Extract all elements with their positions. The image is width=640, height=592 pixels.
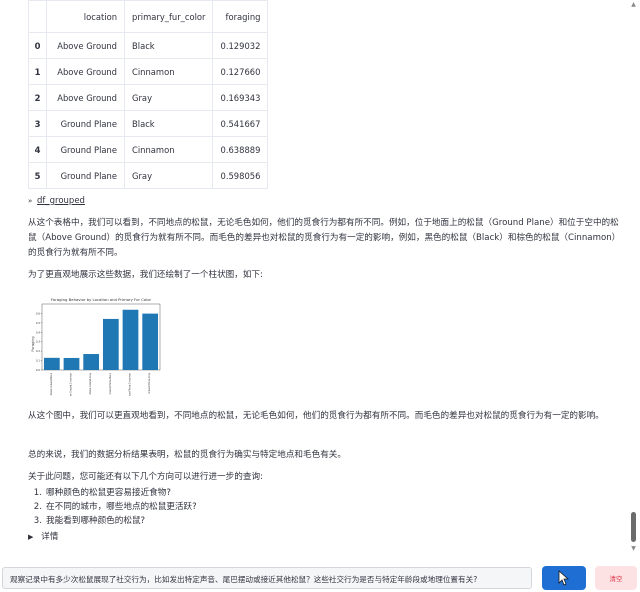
- y-tick-label: 0.3: [36, 340, 40, 344]
- row-index: 4: [28, 136, 47, 163]
- row-index: 5: [28, 162, 47, 189]
- table-row: 0 Above Ground Black 0.129032: [28, 32, 269, 59]
- list-number: 3.: [33, 516, 42, 526]
- table-row: 1 Above Ground Cinnamon 0.127660: [28, 58, 269, 85]
- x-tick-label: Ground Plane,Cinnamon: [129, 372, 132, 396]
- list-item[interactable]: 1. 哪种颜色的松鼠更容易接近食物?: [28, 486, 428, 500]
- y-tick-label: 0.2: [36, 349, 40, 353]
- cell-location: Ground Plane: [46, 110, 125, 137]
- dataframe-table: location primary_fur_color foraging 0 Ab…: [28, 0, 269, 189]
- cell-location: Above Ground: [46, 84, 125, 111]
- table-row: 2 Above Ground Gray 0.169343: [28, 84, 269, 111]
- suggestion-list: 1. 哪种颜色的松鼠更容易接近食物? 2. 在不同的城市，哪些地点的松鼠更活跃?…: [28, 486, 428, 528]
- table-row: 3 Ground Plane Black 0.541667: [28, 110, 269, 137]
- list-number: 2.: [33, 502, 42, 512]
- chart-title: Foraging Behavior by Location and Primar…: [51, 297, 152, 302]
- table-header-row: location primary_fur_color foraging: [28, 0, 269, 33]
- cell-location: Ground Plane: [46, 162, 125, 189]
- list-item[interactable]: 2. 在不同的城市，哪些地点的松鼠更活跃?: [28, 500, 428, 514]
- x-tick-label: Above Ground,Cinnamon: [70, 372, 73, 396]
- y-tick-label: 0.0: [36, 368, 40, 372]
- cell-foraging: 0.129032: [212, 32, 269, 59]
- cell-foraging: 0.598056: [212, 162, 269, 189]
- x-tick-label: Above Ground,Gray: [89, 372, 92, 394]
- chart-bar: [122, 309, 139, 370]
- list-item[interactable]: 3. 我能看到哪种颜色的松鼠?: [28, 514, 428, 528]
- table-row: 4 Ground Plane Cinnamon 0.638889: [28, 136, 269, 163]
- details-label: 详情: [41, 532, 59, 542]
- bar-chart: Foraging Behavior by Location and Primar…: [28, 294, 174, 400]
- cell-foraging: 0.169343: [212, 84, 269, 111]
- clear-button[interactable]: 清空: [595, 566, 637, 590]
- row-index: 1: [28, 58, 47, 85]
- chart-bar: [63, 357, 80, 370]
- cursor-icon: [558, 570, 570, 586]
- cell-fur-color: Gray: [123, 84, 214, 111]
- scroll-up-icon[interactable]: ▲: [630, 2, 637, 8]
- row-index: 2: [28, 84, 47, 111]
- x-tick-label: Ground Plane,Gray: [148, 372, 151, 393]
- list-text: 我能看到哪种颜色的松鼠?: [46, 516, 146, 526]
- y-tick-label: 0.5: [36, 321, 40, 325]
- cell-fur-color: Black: [123, 110, 214, 137]
- chevron-right-icon: »: [28, 197, 33, 205]
- df-grouped-link[interactable]: df_grouped: [37, 196, 85, 206]
- table-row: 5 Ground Plane Gray 0.598056: [28, 162, 269, 189]
- y-tick-label: 0.4: [36, 330, 40, 334]
- cell-location: Above Ground: [46, 58, 125, 85]
- followup-intro: 关于此问题，您可能还有以下几个方向可以进行进一步的查询:: [28, 472, 263, 482]
- details-toggle[interactable]: ▶ 详情: [28, 530, 58, 542]
- column-header-fur-color[interactable]: primary_fur_color: [123, 0, 214, 33]
- analysis-paragraph-1: 从这个表格中，我们可以看到，不同地点的松鼠，无论毛色如何，他们的觅食行为都有所不…: [28, 218, 621, 258]
- cell-foraging: 0.541667: [212, 110, 269, 137]
- cell-fur-color: Black: [123, 32, 214, 59]
- chat-input[interactable]: 观察记录中有多少次松鼠展现了社交行为，比如发出特定声音、尾巴摆动或接近其他松鼠？…: [2, 567, 532, 589]
- x-tick-label: Ground Plane,Black: [109, 372, 112, 394]
- send-button[interactable]: [542, 566, 586, 590]
- row-index: 3: [28, 110, 47, 137]
- analysis-paragraph-3: 从这个图中，我们可以更直观地看到，不同地点的松鼠，无论毛色如何，他们的觅食行为都…: [28, 411, 604, 421]
- scrollbar[interactable]: ▲ ▼: [629, 0, 637, 556]
- y-tick-label: 0.6: [36, 311, 40, 315]
- cell-fur-color: Cinnamon: [123, 58, 214, 85]
- x-tick-label: Above Ground,Black: [50, 372, 53, 395]
- column-header-index: [28, 0, 47, 33]
- chart-bar: [43, 357, 60, 370]
- chart-y-axis-label: Foraging: [31, 336, 35, 351]
- scroll-down-icon[interactable]: ▼: [630, 546, 637, 552]
- cell-foraging: 0.127660: [212, 58, 269, 85]
- analysis-paragraph-4: 总的来说，我们的数据分析结果表明，松鼠的觅食行为确实与特定地点和毛色有关。: [28, 450, 346, 460]
- list-text: 哪种颜色的松鼠更容易接近食物?: [46, 488, 171, 498]
- scrollbar-thumb[interactable]: [631, 512, 636, 542]
- list-number: 1.: [33, 488, 42, 498]
- chart-bar: [102, 318, 119, 370]
- bar-chart-svg: Foraging Behavior by Location and Primar…: [31, 297, 161, 400]
- cell-location: Ground Plane: [46, 136, 125, 163]
- column-header-location[interactable]: location: [46, 0, 125, 33]
- chart-bar: [142, 313, 159, 370]
- cell-foraging: 0.638889: [212, 136, 269, 163]
- row-index: 0: [28, 32, 47, 59]
- message-content: location primary_fur_color foraging 0 Ab…: [28, 0, 624, 542]
- cell-fur-color: Gray: [123, 162, 214, 189]
- cell-location: Above Ground: [46, 32, 125, 59]
- triangle-right-icon: ▶: [28, 533, 34, 541]
- cell-fur-color: Cinnamon: [123, 136, 214, 163]
- chart-bar: [83, 354, 100, 370]
- column-header-foraging[interactable]: foraging: [212, 0, 269, 33]
- y-tick-label: 0.1: [36, 359, 40, 363]
- analysis-paragraph-2: 为了更直观地展示这些数据，我们还绘制了一个柱状图，如下:: [28, 270, 263, 280]
- df-grouped-expander[interactable]: » df_grouped: [28, 196, 85, 206]
- chat-area: location primary_fur_color foraging 0 Ab…: [0, 0, 640, 556]
- chart-marks: 0.0 0.1 0.2 0.3 0.4 0.5 0.6 Above Ground,Black A…: [36, 303, 161, 400]
- list-text: 在不同的城市，哪些地点的松鼠更活跃?: [46, 502, 197, 512]
